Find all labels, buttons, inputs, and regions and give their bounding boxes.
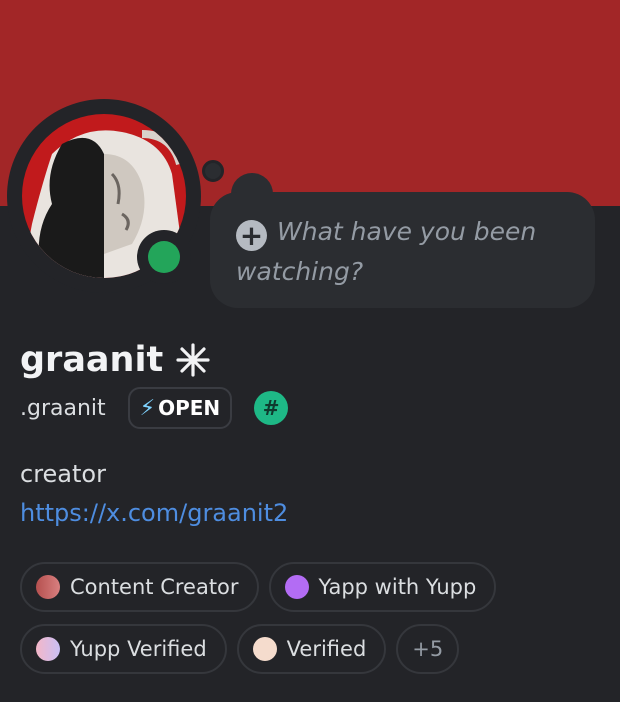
role-color-dot bbox=[36, 575, 60, 599]
role-label: Content Creator bbox=[70, 575, 239, 599]
display-name: graanit bbox=[20, 336, 211, 384]
role-label: Yapp with Yupp bbox=[318, 575, 477, 599]
role-color-dot bbox=[252, 637, 277, 661]
role-chip-content-creator[interactable]: Content Creator bbox=[20, 562, 259, 612]
bio-link[interactable]: https://x.com/graanit2 bbox=[20, 496, 288, 530]
display-name-text: graanit bbox=[20, 340, 164, 380]
plus-circle-icon: + bbox=[236, 220, 267, 251]
role-chip-yapp-with-yupp[interactable]: Yapp with Yupp bbox=[268, 562, 497, 612]
role-color-dot bbox=[36, 637, 60, 661]
roles-list: Content Creator Yapp with Yupp Yupp Veri… bbox=[20, 562, 610, 674]
hash-icon[interactable]: # bbox=[254, 391, 289, 425]
activity-status-bubble[interactable]: + What have you been watching? bbox=[210, 192, 595, 308]
bio-link-text[interactable]: https://x.com/graanit2 bbox=[20, 499, 288, 527]
sparkle-icon bbox=[175, 342, 211, 378]
role-label: Yupp Verified bbox=[70, 637, 207, 661]
username[interactable]: .graanit bbox=[20, 396, 106, 421]
thought-bubble-dot-small bbox=[202, 160, 224, 182]
online-status-icon bbox=[148, 241, 180, 273]
lightning-icon: ⚡ bbox=[139, 395, 156, 421]
server-tag-label: OPEN bbox=[158, 396, 221, 420]
role-chip-verified[interactable]: Verified bbox=[236, 624, 387, 674]
role-label: Verified bbox=[286, 637, 367, 661]
server-tag-badge[interactable]: ⚡ OPEN bbox=[127, 387, 233, 429]
activity-placeholder: What have you been watching? bbox=[236, 217, 537, 286]
username-row: .graanit ⚡ OPEN # bbox=[20, 386, 289, 430]
role-color-dot bbox=[284, 575, 309, 599]
more-roles-button[interactable]: +5 bbox=[396, 624, 460, 674]
role-chip-yupp-verified[interactable]: Yupp Verified bbox=[20, 624, 227, 674]
bio-text: creator bbox=[20, 460, 106, 488]
profile-card: + What have you been watching? graanit .g… bbox=[0, 0, 620, 702]
